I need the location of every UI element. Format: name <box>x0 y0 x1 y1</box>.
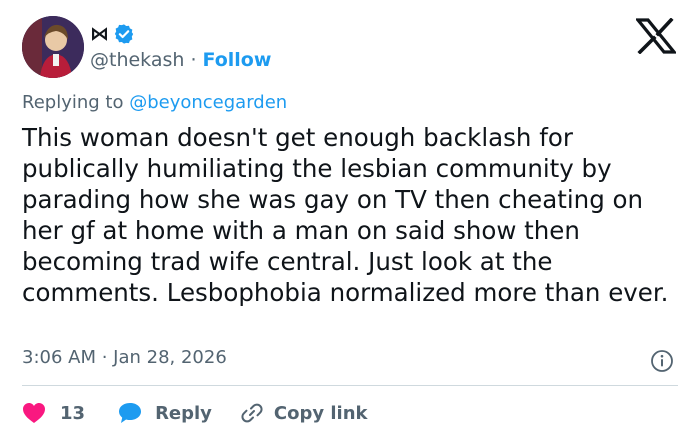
heart-icon <box>23 403 45 423</box>
info-icon[interactable] <box>650 349 674 373</box>
speech-bubble-icon <box>119 403 142 423</box>
action-bar: 13 Reply Copy link <box>22 398 368 428</box>
replying-to-prefix: Replying to <box>22 92 130 113</box>
reply-button[interactable]: Reply <box>117 401 212 425</box>
copy-link-button[interactable]: Copy link <box>240 401 368 425</box>
like-button[interactable]: 13 <box>22 402 85 424</box>
avatar-image <box>22 16 84 78</box>
avatar[interactable] <box>22 16 84 78</box>
copy-link-label: Copy link <box>273 402 368 424</box>
tweet-text: This woman doesn't get enough backlash f… <box>22 123 669 307</box>
verified-badge-icon <box>114 24 134 44</box>
author-handle[interactable]: @thekash <box>90 49 184 71</box>
link-icon <box>241 403 263 423</box>
author-handle-row: @thekash · Follow <box>90 48 271 72</box>
reply-label: Reply <box>155 402 212 424</box>
x-logo-icon[interactable] <box>636 18 676 54</box>
divider <box>22 385 678 386</box>
author-name-row: ⋈ <box>90 20 135 48</box>
separator: · <box>190 49 197 71</box>
tweet-timestamp[interactable]: 3:06 AM · Jan 28, 2026 <box>22 347 227 368</box>
like-count: 13 <box>60 402 86 424</box>
follow-button[interactable]: Follow <box>202 49 271 71</box>
replying-to-mention[interactable]: @beyoncegarden <box>129 92 287 113</box>
author-display-name[interactable]: ⋈ <box>90 24 109 44</box>
replying-to-line: Replying to @beyoncegarden <box>22 92 287 113</box>
